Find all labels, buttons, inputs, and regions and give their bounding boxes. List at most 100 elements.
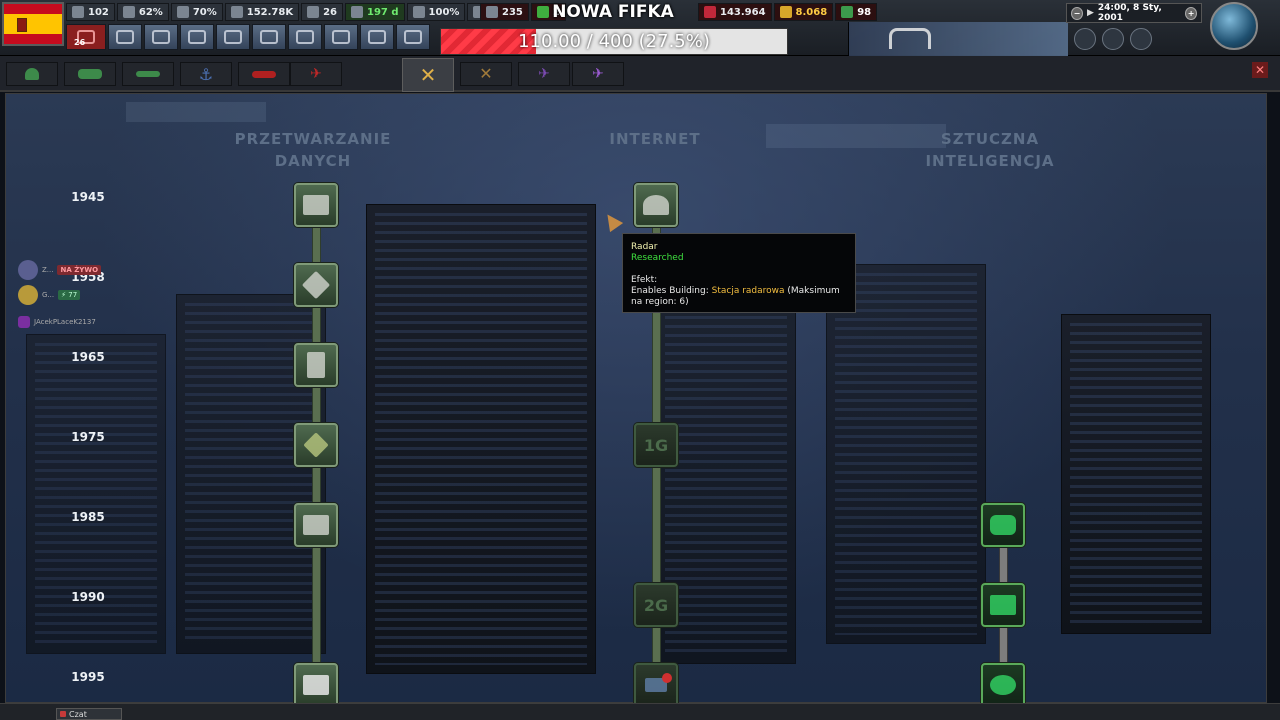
date-text: 24:00, 8 Sty, 2001: [1097, 3, 1162, 23]
debt-resource[interactable]: 143.964: [698, 3, 772, 21]
army-icon[interactable]: [1074, 28, 1096, 50]
military-shortcuts: [1074, 28, 1152, 50]
stream-overlay-row: Z... NA ŻYWO: [18, 260, 102, 280]
tab-electronics[interactable]: ✕: [460, 62, 512, 86]
column-heading: SZTUCZNA INTELIGENCJA: [925, 130, 1055, 170]
navy-anchor-icon[interactable]: [1102, 28, 1124, 50]
neural-net-icon: [990, 515, 1016, 535]
top-bar: 102 62% 70% 152.78K 26 197 d 100% 180 23…: [0, 0, 1280, 56]
desktop-icon: [303, 675, 329, 695]
trade-button[interactable]: [180, 24, 214, 50]
efficiency-resource[interactable]: 100%: [406, 3, 466, 21]
server-rack: [826, 264, 986, 644]
production-icon: [152, 30, 170, 44]
mail-icon: [60, 711, 66, 717]
tech-node-ai-brain[interactable]: [981, 663, 1025, 707]
construction-button[interactable]: [360, 24, 394, 50]
crossed-tools-icon: ✕: [419, 63, 437, 87]
navy-button[interactable]: [288, 24, 322, 50]
play-icon[interactable]: ▶: [1087, 8, 1094, 18]
air-jet-icon[interactable]: [1130, 28, 1152, 50]
circuit-board-icon: [990, 595, 1016, 615]
factory-resource[interactable]: 102: [66, 3, 115, 21]
tab-naval[interactable]: ⚓: [180, 62, 232, 86]
tab-nuclear[interactable]: ✈: [518, 62, 570, 86]
tech-node-personal-computer[interactable]: [294, 503, 338, 547]
tech-node-radar[interactable]: [634, 183, 678, 227]
overlay-user: G...: [42, 291, 55, 299]
heart-icon: [18, 316, 30, 328]
minimap[interactable]: [848, 22, 1068, 56]
tech-tooltip: Radar Researched Efekt: Enables Building…: [622, 233, 856, 313]
tab-rocketry[interactable]: ✈: [572, 62, 624, 86]
year-label: 1985: [71, 510, 105, 524]
army-button[interactable]: [252, 24, 286, 50]
tech-node-machine-learning[interactable]: [981, 583, 1025, 627]
tech-node-mainframe[interactable]: [294, 343, 338, 387]
efficiency-icon: [412, 6, 425, 18]
gear-resource[interactable]: 98: [835, 3, 878, 21]
country-flag[interactable]: [2, 2, 64, 46]
trade-icon: [188, 30, 206, 44]
stability-resource[interactable]: 62%: [116, 3, 169, 21]
tab-computers[interactable]: ✕: [402, 58, 454, 92]
year-label: 1995: [71, 670, 105, 684]
days-icon: [351, 6, 364, 18]
tech-node-computing-machine[interactable]: [294, 183, 338, 227]
money-icon: [779, 6, 792, 18]
2g-label: 2G: [643, 595, 669, 615]
tech-node-microprocessor[interactable]: [294, 423, 338, 467]
money-resource[interactable]: 8.068: [773, 3, 834, 21]
research-queue-button[interactable]: [66, 24, 106, 50]
speed-down-button[interactable]: −: [1071, 6, 1083, 20]
tech-node-chip[interactable]: [294, 263, 338, 307]
chat-button[interactable]: Czat: [56, 708, 122, 720]
tab-infantry[interactable]: [6, 62, 58, 86]
game-clock[interactable]: − ▶ 24:00, 8 Sty, 2001 +: [1066, 3, 1202, 23]
speed-up-button[interactable]: +: [1185, 6, 1198, 20]
civilian-factory-resource[interactable]: 26: [301, 3, 344, 21]
stream-overlay-row: JAcekPLaceK2137: [18, 316, 96, 328]
column-heading: INTERNET: [609, 130, 701, 148]
tech-node-neural-net[interactable]: [981, 503, 1025, 547]
production-button[interactable]: [144, 24, 178, 50]
server-rack: [1061, 314, 1211, 634]
radar-icon: [643, 195, 669, 215]
tech-category-tabs: ⚓ ✈ ✕ ✕ ✈ ✈: [0, 56, 1280, 92]
resources-right: 143.964 8.068 98: [698, 3, 878, 21]
manpower-resource[interactable]: 152.78K: [224, 3, 300, 21]
tab-artillery[interactable]: [122, 62, 174, 86]
days-resource[interactable]: 197 d: [345, 3, 405, 21]
tech-line: [999, 626, 1008, 666]
chat-label: Czat: [69, 709, 87, 719]
tech-node-2g[interactable]: 2G: [634, 583, 678, 627]
war-support-resource[interactable]: 70%: [170, 3, 223, 21]
tech-node-desktop-computer[interactable]: [294, 663, 338, 707]
diplomacy-button[interactable]: [108, 24, 142, 50]
logistics-button[interactable]: [216, 24, 250, 50]
1g-label: 1G: [643, 435, 669, 455]
progress-text: 110.00 / 400 (27.5%): [518, 31, 710, 52]
air-icon: [332, 30, 350, 44]
tab-air[interactable]: [238, 62, 290, 86]
brain-icon: [990, 675, 1016, 695]
world-globe-icon[interactable]: [1210, 2, 1258, 50]
navy-icon: [296, 30, 314, 44]
helmet-icon: [25, 68, 39, 80]
tab-armor[interactable]: [64, 62, 116, 86]
close-button[interactable]: ✕: [1252, 62, 1268, 78]
goal-progress-bar: 110.00 / 400 (27.5%): [440, 28, 788, 55]
intelligence-button[interactable]: [396, 24, 430, 50]
air-button[interactable]: [324, 24, 358, 50]
year-label: 1965: [71, 350, 105, 364]
overlay-user: JAcekPLaceK2137: [34, 318, 96, 326]
factory-icon: [72, 6, 84, 18]
tab-air-missile[interactable]: ✈: [290, 62, 342, 86]
server-rack: [366, 204, 596, 674]
nav-bar: [66, 24, 430, 50]
tech-node-gprs[interactable]: [634, 663, 678, 707]
tech-node-1g[interactable]: 1G: [634, 423, 678, 467]
debt-icon: [704, 6, 716, 18]
command-power-resource[interactable]: 235: [480, 3, 529, 21]
intelligence-icon: [404, 30, 422, 44]
